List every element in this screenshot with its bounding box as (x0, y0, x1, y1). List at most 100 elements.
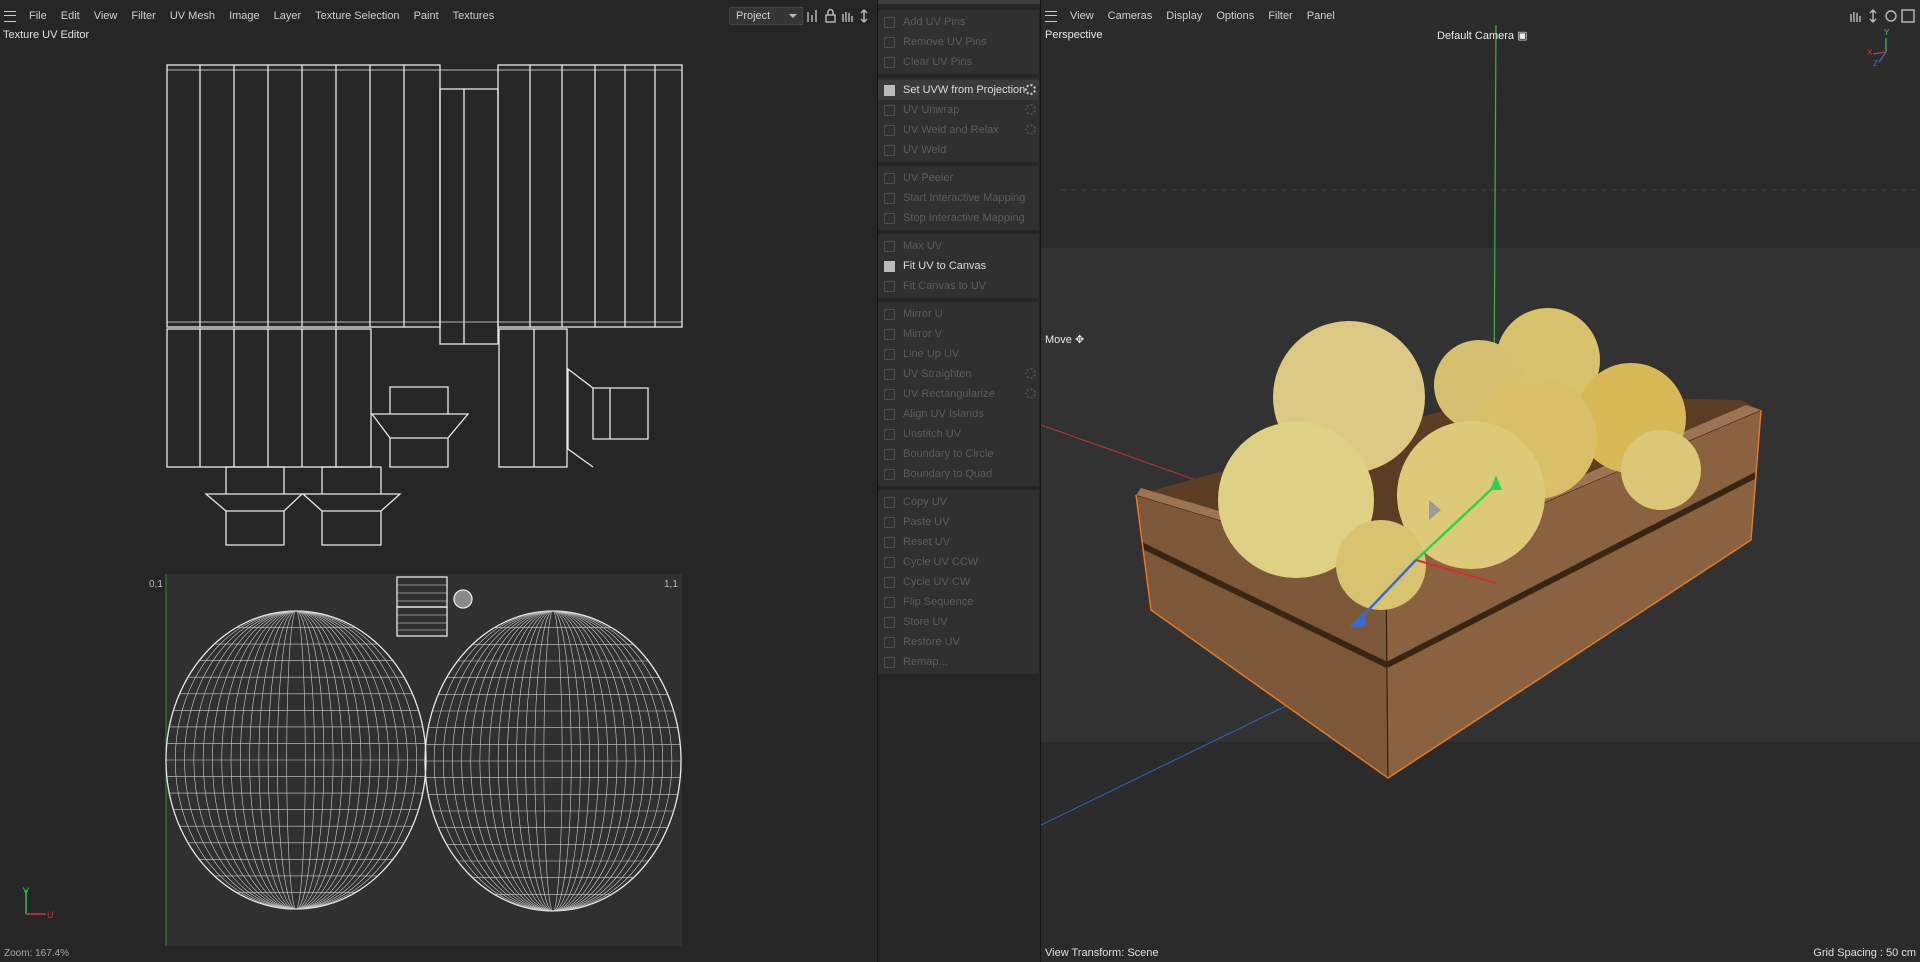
uv-menu-filter[interactable]: Filter (124, 10, 162, 22)
cmd-unstitch-uv[interactable]: Unstitch UV (878, 424, 1039, 444)
lock-icon[interactable] (825, 8, 836, 23)
histogram-icon[interactable] (807, 10, 817, 22)
vp-menu-view[interactable]: View (1063, 10, 1101, 22)
mirror-v-icon (884, 328, 895, 340)
command-group: Copy UV Paste UV Reset UV Cycle UV CCW Cycle… (878, 490, 1039, 674)
uv-menu-layer[interactable]: Layer (267, 10, 309, 22)
camera-icon: ▣ (1517, 30, 1528, 42)
cmd-max-uv[interactable]: Max UV (878, 236, 1039, 256)
uv-editor-title: Texture UV Editor (3, 29, 90, 41)
project-dropdown[interactable]: Project (729, 7, 803, 25)
cmd-label: Add UV Pins (903, 16, 966, 28)
command-group: Add UV Pins Remove UV Pins Clear UV Pins (878, 10, 1039, 74)
cmd-cycle-uv-ccw[interactable]: Cycle UV CCW (878, 552, 1039, 572)
vp-menu-display[interactable]: Display (1159, 10, 1209, 22)
project-dropdown-label: Project (736, 10, 771, 22)
fit-canvas-to-uv-icon (884, 280, 895, 292)
cmd-flip-sequence[interactable]: Flip Sequence (878, 592, 1039, 612)
gear-icon[interactable] (1025, 104, 1036, 115)
uv-menu-view[interactable]: View (87, 10, 125, 22)
uv-island-box-4 (301, 466, 402, 546)
cmd-fit-uv-to-canvas[interactable]: Fit UV to Canvas (878, 256, 1039, 276)
cmd-paste-uv[interactable]: Paste UV (878, 512, 1039, 532)
uv-menu-uv-mesh[interactable]: UV Mesh (163, 10, 222, 22)
uv-menu-textures[interactable]: Textures (446, 10, 502, 22)
uv-corner-label-right: 1,1 (664, 579, 678, 590)
cmd-cycle-uv-cw[interactable]: Cycle UV CW (878, 572, 1039, 592)
cmd-stop-interactive-mapping[interactable]: Stop Interactive Mapping (878, 208, 1039, 228)
cmd-remove-uv-pins[interactable]: Remove UV Pins (878, 32, 1039, 52)
move-vertical-icon[interactable] (860, 9, 868, 23)
viewport-scene[interactable] (1041, 0, 1920, 962)
orient-z-label: Z (1873, 59, 1878, 68)
cmd-uv-straighten[interactable]: UV Straighten (878, 364, 1039, 384)
cmd-mirror-v[interactable]: Mirror V (878, 324, 1039, 344)
cmd-store-uv[interactable]: Store UV (878, 612, 1039, 632)
gear-icon[interactable] (1025, 124, 1036, 135)
remove-uv-pins-icon (884, 36, 895, 48)
uv-island-plank-group-1 (166, 64, 441, 328)
uv-canvas[interactable] (0, 44, 877, 946)
viewport-hamburger-icon[interactable] (1045, 10, 1057, 22)
viewport-panel: View Cameras Display Options Filter Pane… (1041, 0, 1920, 962)
cmd-uv-weld[interactable]: UV Weld (878, 140, 1039, 160)
uv-menu-image[interactable]: Image (222, 10, 267, 22)
vp-move-icon[interactable] (1869, 9, 1877, 23)
uv-menu-file[interactable]: File (22, 10, 54, 22)
cmd-uv-unwrap[interactable]: UV Unwrap (878, 100, 1039, 120)
cmd-label: Paste UV (903, 516, 950, 528)
cmd-boundary-to-quad[interactable]: Boundary to Quad (878, 464, 1039, 484)
cmd-label: Max UV (903, 240, 943, 252)
cmd-restore-uv[interactable]: Restore UV (878, 632, 1039, 652)
cmd-label: Align UV Islands (903, 408, 984, 420)
uv-menu-paint[interactable]: Paint (407, 10, 446, 22)
cmd-uv-weld-and-relax[interactable]: UV Weld and Relax (878, 120, 1039, 140)
cmd-add-uv-pins[interactable]: Add UV Pins (878, 12, 1039, 32)
set-uvw-from-projection-icon (884, 84, 895, 96)
cmd-uv-peeler[interactable]: UV Peeler (878, 168, 1039, 188)
cmd-remap[interactable]: Remap... (878, 652, 1039, 672)
move-tool-text: Move (1045, 334, 1072, 346)
cmd-label: UV Weld and Relax (903, 124, 999, 136)
uv-menu-edit[interactable]: Edit (54, 10, 87, 22)
move-tool-icon: ✥ (1074, 334, 1085, 346)
gear-icon[interactable] (1025, 388, 1036, 399)
hand-pan-icon[interactable] (842, 12, 853, 22)
gear-icon[interactable] (1025, 368, 1036, 379)
cmd-label: UV Straighten (903, 368, 972, 380)
uv-corner-label-left: 0,1 (149, 579, 163, 590)
cmd-clear-uv-pins[interactable]: Clear UV Pins (878, 52, 1039, 72)
uv-menu-texture-selection[interactable]: Texture Selection (308, 10, 406, 22)
vp-maximize-icon[interactable] (1901, 9, 1915, 23)
cmd-set-uvw-from-projection[interactable]: Set UVW from Projection (878, 80, 1039, 100)
gear-icon[interactable] (1025, 84, 1036, 95)
cmd-label: Cycle UV CCW (903, 556, 979, 568)
uv-peeler-icon (884, 172, 895, 184)
cmd-boundary-to-circle[interactable]: Boundary to Circle (878, 444, 1039, 464)
command-group: Mirror U Mirror V Line Up UV UV Straighten U… (878, 302, 1039, 486)
cmd-reset-uv[interactable]: Reset UV (878, 532, 1039, 552)
hamburger-menu-icon[interactable] (4, 10, 16, 22)
vp-menu-cameras[interactable]: Cameras (1101, 10, 1160, 22)
uv-editor-panel: File Edit View Filter UV Mesh Image Laye… (0, 0, 877, 962)
cmd-uv-rectangularize[interactable]: UV Rectangularize (878, 384, 1039, 404)
cmd-copy-uv[interactable]: Copy UV (878, 492, 1039, 512)
cmd-line-up-uv[interactable]: Line Up UV (878, 344, 1039, 364)
vp-rotate-icon[interactable] (1885, 10, 1897, 22)
mirror-u-icon (884, 308, 895, 320)
vp-menu-options[interactable]: Options (1209, 10, 1261, 22)
viewport-camera-label[interactable]: Default Camera ▣ (1437, 29, 1528, 42)
cmd-mirror-u[interactable]: Mirror U (878, 304, 1039, 324)
vp-menu-filter[interactable]: Filter (1261, 10, 1299, 22)
uv-menubar: File Edit View Filter UV Mesh Image Laye… (0, 4, 501, 28)
vp-menu-panel[interactable]: Panel (1300, 10, 1342, 22)
uv-island-box-3 (204, 466, 304, 546)
cmd-fit-canvas-to-uv[interactable]: Fit Canvas to UV (878, 276, 1039, 296)
uv-weld-and-relax-icon (884, 124, 895, 136)
v-axis-label: V (23, 886, 30, 896)
boundary-to-circle-icon (884, 448, 895, 460)
uv-plank-edges (167, 69, 682, 323)
cmd-align-uv-islands[interactable]: Align UV Islands (878, 404, 1039, 424)
vp-hand-pan-icon[interactable] (1850, 12, 1861, 22)
cmd-start-interactive-mapping[interactable]: Start Interactive Mapping (878, 188, 1039, 208)
